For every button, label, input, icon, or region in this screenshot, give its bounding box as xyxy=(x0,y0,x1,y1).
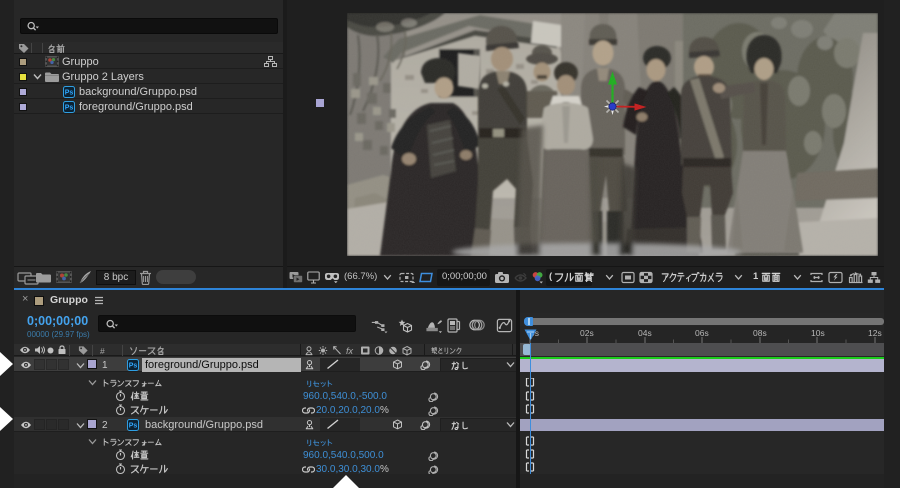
svg-text:fx: fx xyxy=(346,346,354,356)
svg-text:Ps: Ps xyxy=(65,105,74,112)
svg-text:Ps: Ps xyxy=(129,423,138,430)
svg-text:Ps: Ps xyxy=(129,363,138,370)
svg-text:Ps: Ps xyxy=(65,90,74,97)
